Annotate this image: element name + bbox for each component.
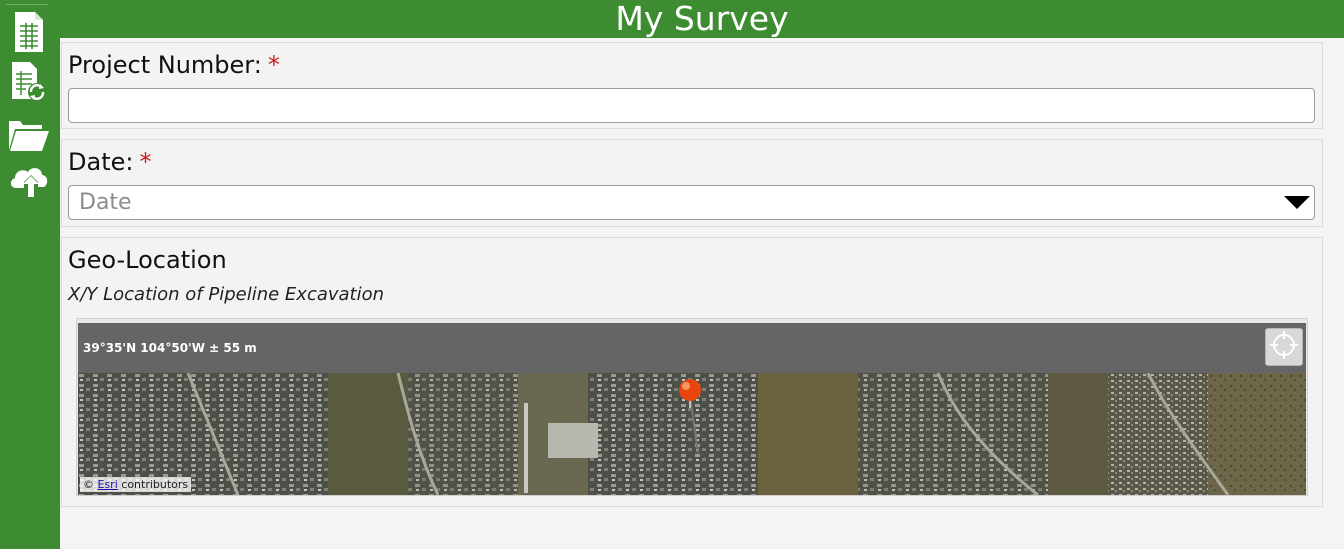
date-label-row: Date: * — [68, 148, 151, 176]
project-number-label-row: Project Number: * — [68, 51, 280, 79]
sidebar-button-open-folder[interactable] — [6, 114, 52, 158]
sidebar-button-send[interactable] — [6, 160, 52, 204]
crosshair-icon — [1269, 330, 1299, 364]
app-header: My Survey — [60, 0, 1344, 38]
locate-button[interactable] — [1265, 328, 1303, 366]
folder-icon — [8, 116, 50, 156]
esri-link[interactable]: Esri — [98, 478, 118, 491]
date-input[interactable] — [69, 186, 1314, 219]
cloud-upload-icon — [8, 162, 50, 202]
refresh-sheet-icon — [11, 61, 47, 107]
satellite-map[interactable]: © Esri contributors — [78, 373, 1306, 495]
sidebar-button-drafts[interactable] — [6, 62, 52, 106]
required-marker: * — [267, 51, 280, 79]
map-location-bar: 39°35'N 104°50'W ± 55 m — [78, 323, 1306, 373]
spreadsheet-icon — [13, 11, 45, 57]
date-field[interactable] — [68, 185, 1315, 220]
attribution-copyright: © — [83, 478, 94, 491]
survey-title: My Survey — [615, 0, 789, 38]
geo-location-hint: X/Y Location of Pipeline Excavation — [68, 284, 385, 305]
sidebar — [0, 0, 60, 549]
sidebar-button-new-survey[interactable] — [6, 12, 52, 56]
project-number-question: Project Number: * — [61, 42, 1323, 129]
chevron-down-icon[interactable] — [1284, 196, 1310, 209]
project-number-label: Project Number: — [68, 51, 262, 79]
map-widget: 39°35'N 104°50'W ± 55 m © Esri contribut… — [76, 318, 1308, 496]
map-attribution: © Esri contributors — [80, 477, 192, 492]
coordinates-readout: 39°35'N 104°50'W ± 55 m — [83, 341, 257, 355]
date-label: Date: — [68, 148, 134, 176]
project-number-input[interactable] — [69, 89, 1314, 122]
geo-location-question: Geo-Location X/Y Location of Pipeline Ex… — [61, 237, 1323, 507]
attribution-suffix: contributors — [121, 478, 189, 491]
sidebar-divider — [6, 4, 48, 5]
project-number-field — [68, 88, 1315, 123]
date-question: Date: * — [61, 139, 1323, 227]
required-marker: * — [139, 148, 152, 176]
geo-location-label: Geo-Location — [68, 246, 227, 274]
map-pin-icon — [676, 377, 704, 413]
